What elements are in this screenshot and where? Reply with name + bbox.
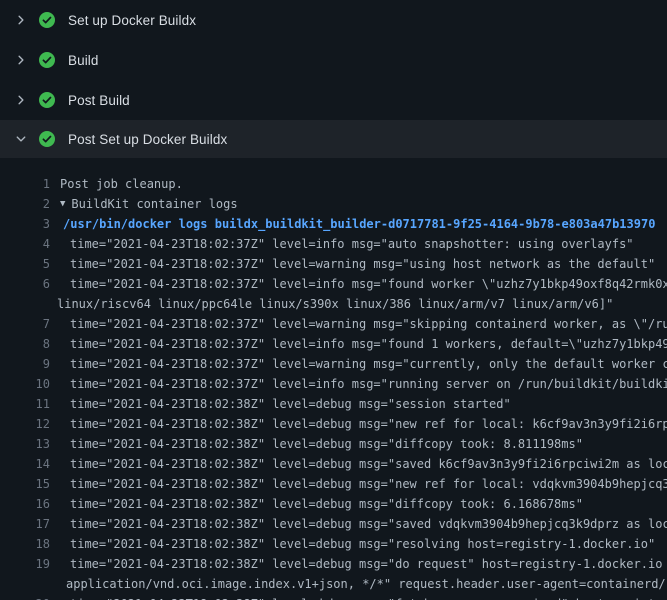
log-text: time="2021-04-23T18:02:38Z" level=debug …: [70, 414, 667, 434]
step-row-post-build[interactable]: Post Build: [0, 80, 667, 120]
log-text: Post job cleanup.: [60, 174, 183, 194]
log-line: 8 time="2021-04-23T18:02:37Z" level=info…: [0, 334, 667, 354]
step-label: Post Build: [68, 93, 130, 108]
line-number[interactable]: 14: [0, 454, 50, 474]
log-line: linux/riscv64 linux/ppc64le linux/s390x …: [0, 294, 667, 314]
log-line: 15 time="2021-04-23T18:02:38Z" level=deb…: [0, 474, 667, 494]
check-circle-icon: [39, 12, 55, 28]
step-label: Set up Docker Buildx: [68, 13, 196, 28]
line-number[interactable]: 9: [0, 354, 50, 374]
log-line: 7 time="2021-04-23T18:02:37Z" level=warn…: [0, 314, 667, 334]
log-line: 19 time="2021-04-23T18:02:38Z" level=deb…: [0, 554, 667, 574]
step-row-post-set-up-docker-buildx[interactable]: Post Set up Docker Buildx: [0, 120, 667, 158]
log-text: time="2021-04-23T18:02:38Z" level=debug …: [70, 494, 583, 514]
line-number[interactable]: 4: [0, 234, 50, 254]
log-line: 18 time="2021-04-23T18:02:38Z" level=deb…: [0, 534, 667, 554]
log-text: time="2021-04-23T18:02:37Z" level=info m…: [70, 374, 667, 394]
line-number[interactable]: 16: [0, 494, 50, 514]
log-text: time="2021-04-23T18:02:38Z" level=debug …: [70, 514, 667, 534]
step-label: Post Set up Docker Buildx: [68, 132, 227, 147]
line-number[interactable]: 18: [0, 534, 50, 554]
step-row-build[interactable]: Build: [0, 40, 667, 80]
log-text: linux/riscv64 linux/ppc64le linux/s390x …: [57, 294, 613, 314]
log-line: application/vnd.oci.image.index.v1+json,…: [0, 574, 667, 594]
log-text: time="2021-04-23T18:02:38Z" level=debug …: [70, 434, 583, 454]
line-number[interactable]: 3: [0, 214, 50, 234]
line-number[interactable]: 20: [0, 594, 50, 600]
line-number[interactable]: 1: [0, 174, 50, 194]
line-number[interactable]: 8: [0, 334, 50, 354]
check-circle-icon: [39, 131, 55, 147]
log-line: 9 time="2021-04-23T18:02:37Z" level=warn…: [0, 354, 667, 374]
line-number[interactable]: 11: [0, 394, 50, 414]
chevron-right-icon: [12, 54, 30, 66]
line-number[interactable]: 17: [0, 514, 50, 534]
log-pane: 1 Post job cleanup. 2 ▼ BuildKit contain…: [0, 158, 667, 600]
line-number[interactable]: [0, 294, 50, 314]
line-number[interactable]: 13: [0, 434, 50, 454]
line-number[interactable]: 15: [0, 474, 50, 494]
log-line: 20 time="2021-04-23T18:02:38Z" level=deb…: [0, 594, 667, 600]
chevron-down-icon: [12, 133, 30, 145]
log-text: time="2021-04-23T18:02:37Z" level=info m…: [70, 274, 667, 294]
log-text: time="2021-04-23T18:02:38Z" level=debug …: [70, 394, 511, 414]
step-label: Build: [68, 53, 99, 68]
log-line: 11 time="2021-04-23T18:02:38Z" level=deb…: [0, 394, 667, 414]
log-text: time="2021-04-23T18:02:37Z" level=info m…: [70, 234, 634, 254]
log-line: 5 time="2021-04-23T18:02:37Z" level=warn…: [0, 254, 667, 274]
group-caret-icon[interactable]: ▼: [60, 194, 65, 214]
log-line: 10 time="2021-04-23T18:02:37Z" level=inf…: [0, 374, 667, 394]
log-text: time="2021-04-23T18:02:37Z" level=info m…: [70, 334, 667, 354]
log-line: 12 time="2021-04-23T18:02:38Z" level=deb…: [0, 414, 667, 434]
line-number[interactable]: 10: [0, 374, 50, 394]
line-number[interactable]: 12: [0, 414, 50, 434]
chevron-right-icon: [12, 94, 30, 106]
log-text: application/vnd.oci.image.index.v1+json,…: [66, 574, 667, 594]
log-line: 6 time="2021-04-23T18:02:37Z" level=info…: [0, 274, 667, 294]
line-number[interactable]: 2: [0, 194, 50, 214]
log-line: 14 time="2021-04-23T18:02:38Z" level=deb…: [0, 454, 667, 474]
log-line: 4 time="2021-04-23T18:02:37Z" level=info…: [0, 234, 667, 254]
log-text: time="2021-04-23T18:02:38Z" level=debug …: [70, 474, 667, 494]
chevron-right-icon: [12, 14, 30, 26]
log-text: time="2021-04-23T18:02:37Z" level=warnin…: [70, 254, 655, 274]
line-number[interactable]: 19: [0, 554, 50, 574]
step-list: Set up Docker Buildx Build Post Build: [0, 0, 667, 158]
check-circle-icon: [39, 52, 55, 68]
step-row-set-up-docker-buildx[interactable]: Set up Docker Buildx: [0, 0, 667, 40]
log-text: time="2021-04-23T18:02:38Z" level=debug …: [70, 554, 667, 574]
actions-log-viewer: Set up Docker Buildx Build Post Build: [0, 0, 667, 600]
line-number[interactable]: 6: [0, 274, 50, 294]
line-number[interactable]: 5: [0, 254, 50, 274]
log-text: time="2021-04-23T18:02:37Z" level=warnin…: [70, 314, 667, 334]
log-line: 1 Post job cleanup.: [0, 174, 667, 194]
log-text: time="2021-04-23T18:02:38Z" level=debug …: [70, 454, 667, 474]
log-line: 16 time="2021-04-23T18:02:38Z" level=deb…: [0, 494, 667, 514]
log-text: /usr/bin/docker logs buildx_buildkit_bui…: [63, 214, 655, 234]
line-number[interactable]: [0, 574, 50, 594]
log-text: time="2021-04-23T18:02:38Z" level=debug …: [70, 594, 667, 600]
log-line: 2 ▼ BuildKit container logs: [0, 194, 667, 214]
check-circle-icon: [39, 92, 55, 108]
log-line: 13 time="2021-04-23T18:02:38Z" level=deb…: [0, 434, 667, 454]
log-line: 17 time="2021-04-23T18:02:38Z" level=deb…: [0, 514, 667, 534]
line-number[interactable]: 7: [0, 314, 50, 334]
log-text: time="2021-04-23T18:02:38Z" level=debug …: [70, 534, 655, 554]
log-text: BuildKit container logs: [71, 194, 237, 214]
log-text: time="2021-04-23T18:02:37Z" level=warnin…: [70, 354, 667, 374]
log-line: 3 /usr/bin/docker logs buildx_buildkit_b…: [0, 214, 667, 234]
